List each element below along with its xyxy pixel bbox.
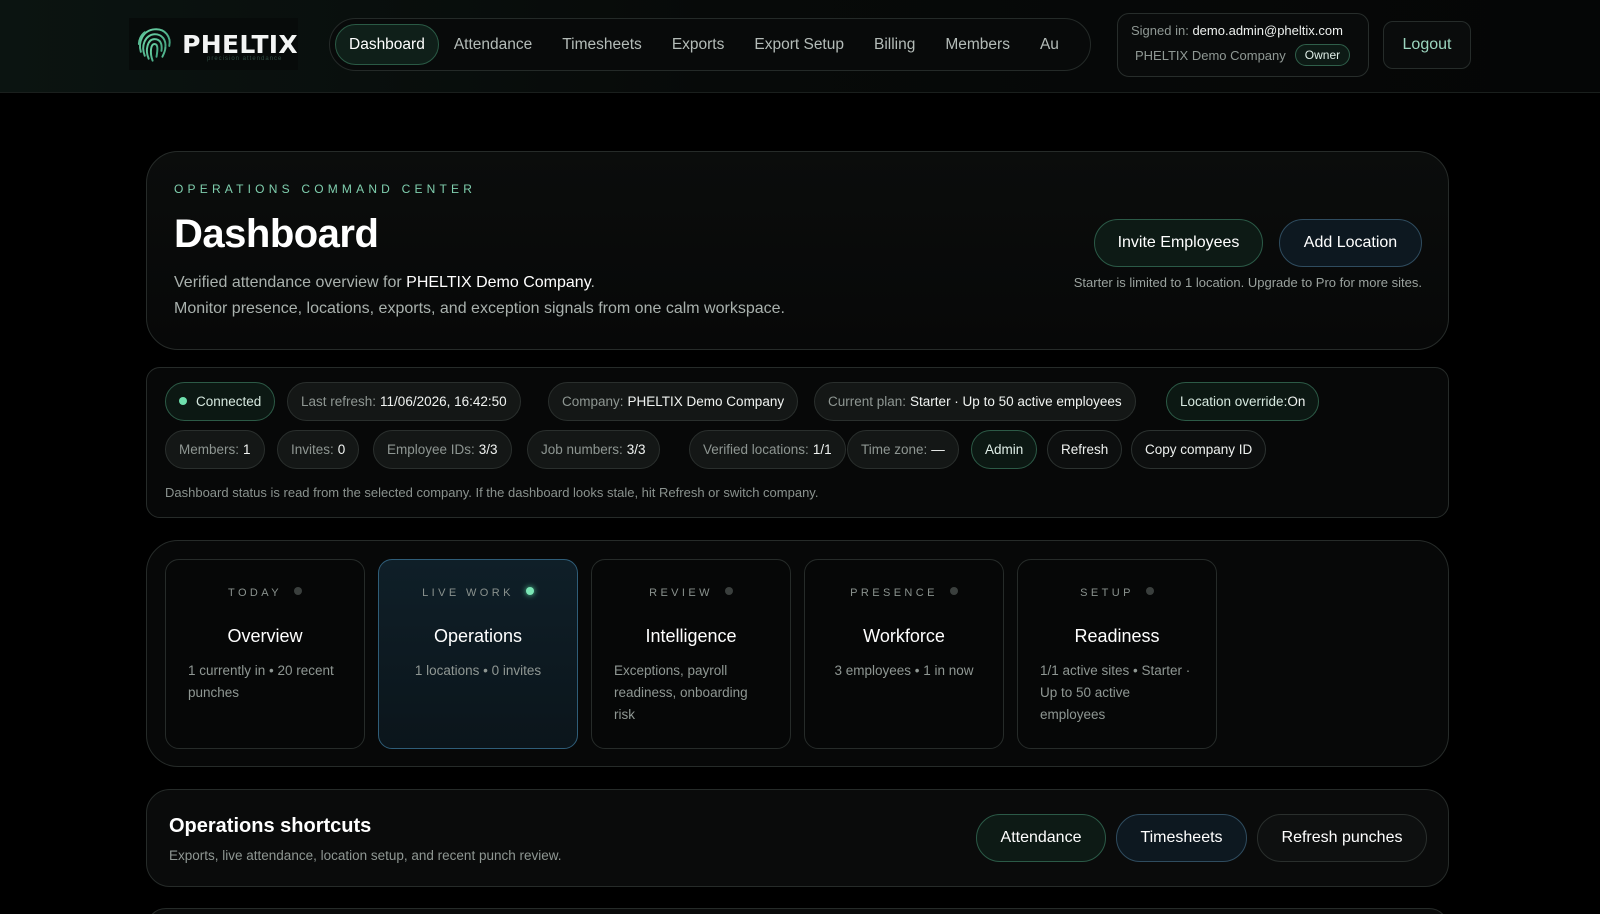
last-refresh-chip: Last refresh: 11/06/2026, 16:42:50 [287,382,521,421]
role-badge: Owner [1294,44,1351,66]
account-email: demo.admin@pheltix.com [1192,23,1343,38]
refresh-button[interactable]: Refresh [1047,430,1123,469]
shortcut-timesheets-button[interactable]: Timesheets [1116,814,1247,862]
hero-subtitle: Verified attendance overview for PHELTIX… [174,274,595,291]
copy-company-id-button[interactable]: Copy company ID [1131,430,1267,469]
module-title: Workforce [863,626,945,646]
plan-limit-note: Starter is limited to 1 location. Upgrad… [1073,275,1422,290]
nav-item-export-setup[interactable]: Export Setup [739,24,859,65]
verified-locations-chip: Verified locations: 1/1 [689,430,846,469]
brand-tagline: precision attendance [207,56,283,62]
page-title: Dashboard [174,212,379,256]
module-card-workforce[interactable]: PRESENCE Workforce 3 employees • 1 in no… [804,559,1004,749]
nav-item-timesheets[interactable]: Timesheets [547,24,657,65]
nav-item-members[interactable]: Members [930,24,1025,65]
job-numbers-chip: Job numbers: 3/3 [527,430,660,469]
time-zone-chip: Time zone: — [847,430,959,469]
status-note: Dashboard status is read from the select… [165,485,819,500]
module-title: Overview [227,626,303,646]
top-bar: PHELTIX precision attendance Dashboard A… [0,0,1600,93]
nav-item-truncated[interactable]: Au [1025,24,1074,65]
module-card-operations[interactable]: LIVE WORK Operations 1 locations • 0 inv… [378,559,578,749]
main-nav: Dashboard Attendance Timesheets Exports … [329,18,1091,71]
hero-eyebrow: OPERATIONS COMMAND CENTER [174,182,477,196]
company-chip: Company: PHELTIX Demo Company [548,382,799,421]
account-panel: Signed in: demo.admin@pheltix.com PHELTI… [1117,13,1369,77]
brand-name: PHELTIX [182,29,298,59]
dashboard-hero: OPERATIONS COMMAND CENTER Dashboard Veri… [146,151,1449,350]
status-dot-icon [179,397,187,405]
location-override-chip: Location override:On [1166,382,1320,421]
add-location-button[interactable]: Add Location [1279,219,1422,267]
nav-item-dashboard[interactable]: Dashboard [335,24,439,65]
status-dot-icon [293,587,302,595]
employee-ids-chip: Employee IDs: 3/3 [373,430,512,469]
module-card-intelligence[interactable]: REVIEW Intelligence Exceptions, payroll … [591,559,791,749]
live-dot-icon [525,587,534,595]
module-card-readiness[interactable]: SETUP Readiness 1/1 active sites • Start… [1017,559,1217,749]
status-dot-icon [949,587,958,595]
invites-chip: Invites: 0 [277,430,360,469]
nav-item-billing[interactable]: Billing [859,24,930,65]
module-description: 1 locations • 0 invites [414,663,542,678]
module-title: Intelligence [645,626,737,646]
shortcut-attendance-button[interactable]: Attendance [976,814,1106,862]
nav-item-attendance[interactable]: Attendance [439,24,547,65]
module-cards: TODAY Overview 1 currently in • 20 recen… [146,540,1449,767]
account-company: PHELTIX Demo Company [1135,47,1286,63]
admin-chip[interactable]: Admin [971,430,1038,469]
module-description: 3 employees • 1 in now [834,663,974,678]
refresh-punches-button[interactable]: Refresh punches [1257,814,1427,862]
status-dot-icon [1145,587,1154,595]
hero-description: Monitor presence, locations, exports, an… [174,300,785,317]
hero-company: PHELTIX Demo Company [406,274,591,291]
signed-in-label: Signed in: [1131,23,1189,38]
shortcuts-title: Operations shortcuts [169,815,372,837]
module-description: 1/1 active sites • Starter · Up to 50 ac… [1040,663,1191,722]
next-panel-edge [146,908,1449,914]
current-plan-chip: Current plan: Starter · Up to 50 active e… [814,382,1136,421]
members-chip: Members: 1 [165,430,265,469]
brand-logo[interactable]: PHELTIX precision attendance [129,18,298,70]
module-description: Exceptions, payroll readiness, onboardin… [614,663,748,722]
module-description: 1 currently in • 20 recent punches [188,663,334,700]
fingerprint-icon [137,28,171,62]
connection-status-chip: Connected [165,382,276,421]
module-title: Readiness [1074,626,1160,646]
logout-button[interactable]: Logout [1383,21,1471,69]
invite-employees-button[interactable]: Invite Employees [1094,219,1263,267]
module-card-overview[interactable]: TODAY Overview 1 currently in • 20 recen… [165,559,365,749]
nav-item-exports[interactable]: Exports [657,24,740,65]
operations-shortcuts: Operations shortcuts Exports, live atten… [146,789,1449,887]
status-dot-icon [724,587,733,595]
module-title: Operations [433,626,523,646]
status-panel: Connected Last refresh: 11/06/2026, 16:42… [146,367,1449,518]
shortcuts-subtitle: Exports, live attendance, location setup… [169,848,562,863]
